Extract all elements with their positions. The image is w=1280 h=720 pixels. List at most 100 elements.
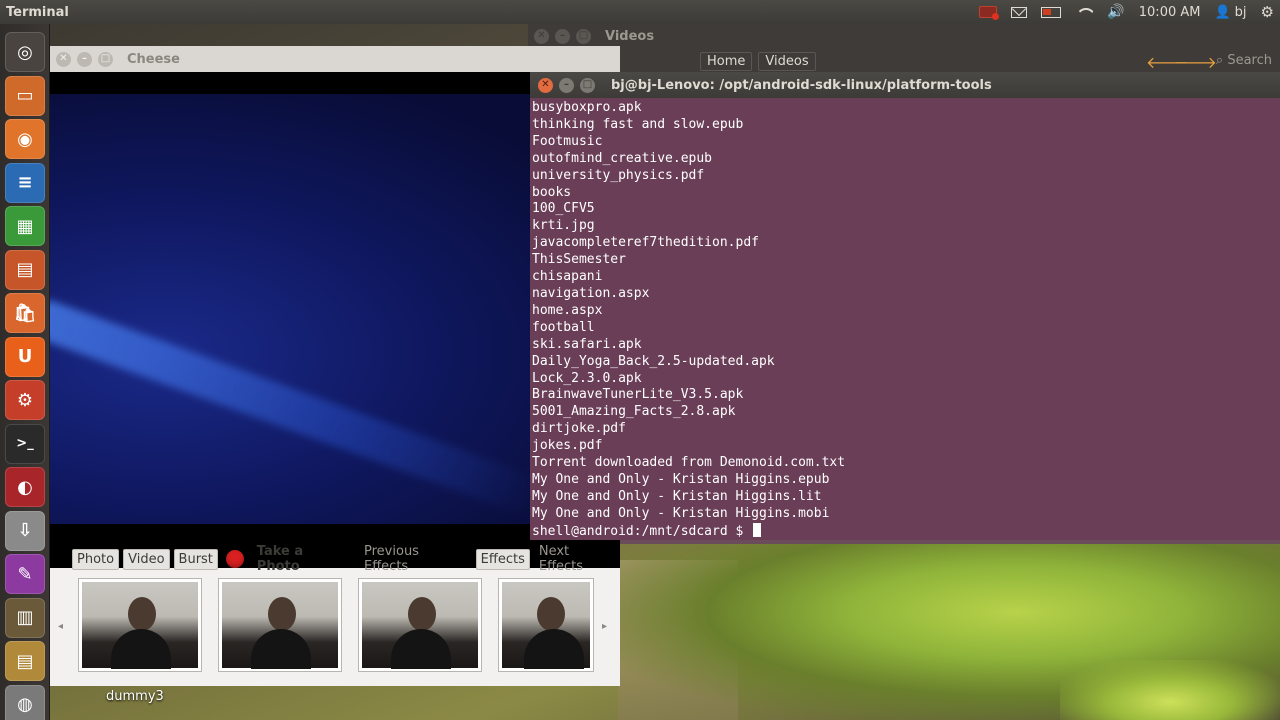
terminal-line: football bbox=[532, 319, 595, 335]
next-effects-button[interactable]: Next Effects bbox=[534, 541, 620, 577]
terminal-line: Daily_Yoga_Back_2.5-updated.apk bbox=[532, 353, 775, 369]
terminal-line: My One and Only - Kristan Higgins.mobi bbox=[532, 505, 830, 521]
photo-thumbnail[interactable] bbox=[78, 578, 202, 672]
terminal-line: university_physics.pdf bbox=[532, 167, 705, 183]
search-label: Search bbox=[1227, 53, 1272, 68]
cheese-maximize-button[interactable]: □ bbox=[98, 51, 113, 67]
dash-home-icon[interactable]: ◎ bbox=[5, 32, 45, 72]
ubuntu-one-icon[interactable]: U bbox=[5, 336, 45, 377]
photo-thumbnail-image bbox=[82, 582, 198, 670]
impress-icon[interactable]: ▤ bbox=[5, 249, 45, 290]
photo-thumbnail[interactable] bbox=[358, 578, 482, 672]
thumb-scroll-right-icon[interactable]: ▸ bbox=[602, 621, 607, 632]
files-icon[interactable]: ▭ bbox=[5, 75, 45, 116]
webcam-icon-glyph: ◐ bbox=[17, 476, 33, 498]
desktop-item-label[interactable]: dummy3 bbox=[106, 689, 164, 704]
terminal-line: Footmusic bbox=[532, 133, 603, 149]
screencast-icon[interactable]: ✎ bbox=[5, 554, 45, 594]
writer-icon-glyph: ≡ bbox=[17, 172, 33, 193]
installer-icon-glyph: ⇩ bbox=[17, 520, 33, 541]
terminal-prompt-line[interactable]: shell@android:/mnt/sdcard $ bbox=[532, 522, 1278, 540]
thumb-scroll-left-icon[interactable]: ◂ bbox=[58, 621, 63, 632]
take-photo-button[interactable]: Take a Photo bbox=[252, 541, 355, 577]
terminal-cursor bbox=[753, 522, 762, 537]
impress-icon-glyph: ▤ bbox=[16, 259, 34, 280]
videos-toolbar: Home Videos 🡐 🡒 ⌕ Search bbox=[528, 48, 1280, 74]
terminal-line: navigation.aspx bbox=[532, 285, 650, 301]
videos-minimize-button[interactable]: – bbox=[555, 28, 570, 44]
terminal-minimize-button[interactable]: – bbox=[559, 77, 574, 93]
archive-icon[interactable]: ▤ bbox=[5, 641, 45, 681]
webcam-icon[interactable]: ◐ bbox=[5, 467, 45, 507]
burst-mode-button[interactable]: Burst bbox=[173, 548, 218, 570]
cheese-toolbar: Photo Video Burst Take a Photo Previous … bbox=[72, 544, 620, 574]
volume-icon[interactable]: 🔊 bbox=[1107, 4, 1124, 20]
screencast-icon-glyph: ✎ bbox=[17, 563, 33, 585]
videos-maximize-button[interactable]: □ bbox=[576, 28, 591, 44]
writer-icon[interactable]: ≡ bbox=[5, 162, 45, 203]
breadcrumb: Home Videos bbox=[700, 52, 816, 71]
terminal-icon[interactable]: >_ bbox=[5, 423, 45, 464]
active-app-title: Terminal bbox=[6, 4, 69, 20]
terminal-line: Lock_2.3.0.apk bbox=[532, 370, 642, 386]
photo-thumbnail-image bbox=[222, 582, 338, 670]
cheese-close-button[interactable]: ✕ bbox=[56, 51, 71, 67]
terminal-maximize-button[interactable]: □ bbox=[580, 77, 595, 93]
video-mode-button[interactable]: Video bbox=[123, 548, 170, 570]
videos-close-button[interactable]: ✕ bbox=[534, 28, 549, 44]
terminal-close-button[interactable]: ✕ bbox=[538, 77, 553, 93]
cheese-minimize-button[interactable]: – bbox=[77, 51, 92, 67]
photo-thumbnail[interactable] bbox=[218, 578, 342, 672]
top-panel: Terminal 🔊 10:00 AM 👤 bj ⚙ bbox=[0, 0, 1280, 24]
forward-arrow-icon[interactable]: 🡒 bbox=[1174, 52, 1217, 72]
photo-thumbnail-image bbox=[502, 582, 590, 670]
terminal-line: ThisSemester bbox=[532, 252, 626, 268]
effects-button[interactable]: Effects bbox=[475, 548, 530, 570]
messaging-icon[interactable] bbox=[1011, 6, 1028, 18]
previous-effects-button[interactable]: Previous Effects bbox=[359, 541, 472, 577]
archive-icon-glyph: ▤ bbox=[16, 650, 34, 672]
battery-icon[interactable] bbox=[1041, 6, 1062, 18]
terminal-line: My One and Only - Kristan Higgins.lit bbox=[532, 488, 822, 504]
library-icon-glyph: ▥ bbox=[16, 607, 34, 628]
terminal-line: Torrent downloaded from Demonoid.com.txt bbox=[532, 455, 846, 471]
terminal-line: 100_CFV5 bbox=[532, 201, 595, 217]
firefox-icon[interactable]: ◉ bbox=[5, 119, 45, 159]
terminal-titlebar[interactable]: ✕ – □ bj@bj-Lenovo: /opt/android-sdk-lin… bbox=[530, 72, 1280, 98]
terminal-line: jokes.pdf bbox=[532, 438, 603, 454]
calc-icon[interactable]: ▦ bbox=[5, 206, 45, 246]
session-gear-icon[interactable]: ⚙ bbox=[1261, 3, 1274, 21]
photo-thumbnail[interactable] bbox=[498, 578, 594, 672]
software-center-icon[interactable]: 🛍 bbox=[5, 293, 45, 333]
terminal-line: 5001_Amazing_Facts_2.8.apk bbox=[532, 404, 736, 420]
recording-indicator-icon[interactable] bbox=[979, 6, 1000, 20]
launcher: ◎ ▭ ◉ ≡ ▦ ▤ 🛍 U ⚙ >_ ◐ ⇩ ✎ ▥ ▤ ◍ bbox=[0, 24, 50, 720]
record-dot-icon[interactable] bbox=[225, 550, 244, 568]
disc-icon[interactable]: ◍ bbox=[5, 684, 45, 720]
installer-icon[interactable]: ⇩ bbox=[5, 510, 45, 551]
webcam-light-streak bbox=[50, 295, 545, 518]
library-icon[interactable]: ▥ bbox=[5, 597, 45, 638]
user-icon: 👤 bbox=[1214, 4, 1231, 20]
ubuntu-one-icon-glyph: U bbox=[17, 346, 33, 367]
cheese-titlebar[interactable]: ✕ – □ Cheese bbox=[50, 46, 620, 72]
videos-titlebar[interactable]: ✕ – □ Videos bbox=[528, 24, 1280, 48]
photo-mode-button[interactable]: Photo bbox=[72, 548, 120, 570]
settings-icon[interactable]: ⚙ bbox=[5, 380, 45, 420]
terminal-output[interactable]: busyboxpro.apk thinking fast and slow.epu… bbox=[530, 98, 1280, 540]
photo-thumbnail-image bbox=[362, 582, 478, 670]
search-button[interactable]: ⌕ Search bbox=[1216, 53, 1272, 68]
terminal-title: bj@bj-Lenovo: /opt/android-sdk-linux/pla… bbox=[611, 77, 992, 93]
terminal-line: outofmind_creative.epub bbox=[532, 150, 713, 166]
network-icon[interactable] bbox=[1075, 6, 1093, 18]
terminal-line: krti.jpg bbox=[532, 218, 595, 234]
user-menu[interactable]: 👤 bj bbox=[1214, 5, 1246, 20]
indicator-area: 🔊 10:00 AM 👤 bj ⚙ bbox=[979, 0, 1274, 24]
crumb-videos[interactable]: Videos bbox=[758, 52, 816, 71]
terminal-icon-glyph: >_ bbox=[16, 436, 34, 451]
crumb-home[interactable]: Home bbox=[700, 52, 753, 71]
terminal-line: thinking fast and slow.epub bbox=[532, 116, 744, 132]
clock[interactable]: 10:00 AM bbox=[1139, 5, 1201, 20]
terminal-line: javacompleteref7thedition.pdf bbox=[532, 235, 759, 251]
user-name: bj bbox=[1234, 4, 1247, 20]
